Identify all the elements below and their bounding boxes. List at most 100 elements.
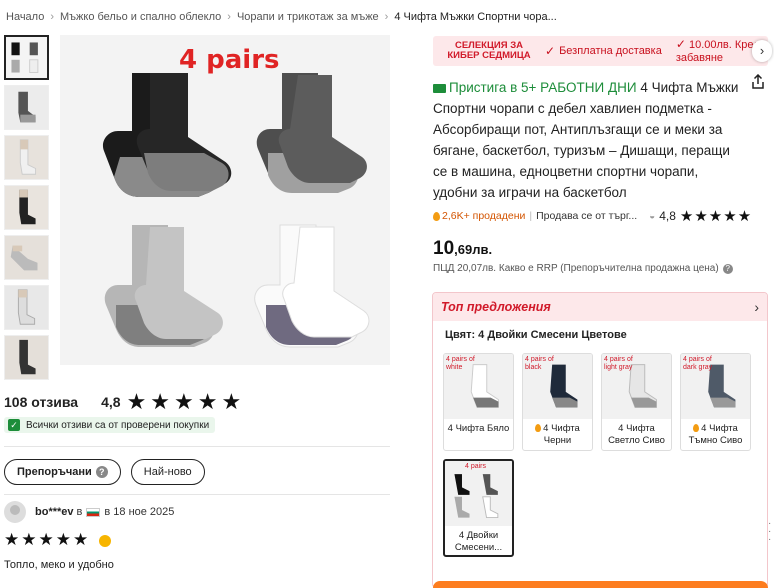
rrp-note-text: ПЦД 20,07лв. Какво е RRP (Препоръчителна…: [433, 263, 719, 274]
filter-label: Най-ново: [143, 466, 192, 478]
help-icon[interactable]: ?: [722, 263, 733, 274]
breadcrumb-subcategory[interactable]: Чорапи и трикотаж за мъже: [237, 11, 379, 23]
thumbnail-image[interactable]: [4, 285, 49, 330]
delivery-estimate: Пристига в 5+ РАБОТНИ ДНИ: [449, 80, 637, 95]
chevron-right-icon[interactable]: ›: [752, 40, 772, 62]
store-link[interactable]: Продава се от търг...: [536, 210, 637, 222]
rating-stars: ★★★★★: [126, 389, 246, 414]
buy-button[interactable]: [433, 581, 768, 588]
swatch-caption: 4 pairs of black: [525, 356, 554, 371]
reviewer-in-word: в: [76, 506, 83, 518]
product-title: Пристига в 5+ РАБОТНИ ДНИ 4 Чифта Мъжки …: [433, 77, 743, 203]
review-stars: ★★★★★: [4, 530, 111, 550]
price-integer: 10: [433, 238, 455, 259]
promo-item-label: 10.00лв. Кред: [688, 38, 760, 51]
review-text: Топло, меко и удобно: [4, 559, 114, 571]
reviews-score: 4,8: [101, 394, 121, 410]
filter-newest-button[interactable]: Най-ново: [130, 459, 205, 485]
top-offers-panel: Топ предложения › Цвят: 4 Двойки Смесени…: [432, 292, 768, 588]
fire-icon: [693, 424, 700, 433]
breadcrumb-category[interactable]: Мъжко бельо и спално облекло: [60, 11, 221, 23]
thumbnail-image[interactable]: [4, 235, 49, 280]
promo-credit: ✓ 10.00лв. Кред забавяне: [675, 36, 760, 65]
swatch-name-text: 4 Чифта Черни: [543, 423, 580, 446]
filter-label: Препоръчани: [17, 466, 92, 478]
swatch-name: 4 Чифта Светло Сиво: [608, 423, 665, 446]
price-currency: лв.: [472, 242, 493, 257]
top-offers-header[interactable]: Топ предложения ›: [433, 293, 767, 321]
breadcrumb: Начало › Мъжко бельо и спално облекло › …: [6, 11, 557, 23]
thumbnail-image[interactable]: [4, 85, 49, 130]
breadcrumb-separator: ›: [50, 11, 54, 23]
review-date: в 18 ное 2025: [104, 506, 175, 518]
sold-count: 2,6K+ продадени: [433, 210, 525, 222]
fire-icon: [433, 211, 440, 221]
store-rating: 4,8: [659, 209, 676, 223]
swatch-name: 4 Чифта Тъмно Сиво: [681, 419, 750, 447]
review-filters: Препоръчани ? Най-ново: [4, 459, 205, 485]
breadcrumb-home[interactable]: Начало: [6, 11, 44, 23]
swatch-name: 4 Чифта Черни: [523, 419, 592, 447]
thumbnail-image[interactable]: [4, 135, 49, 180]
image-overlay-label: 4 pairs: [179, 45, 280, 75]
swatch-caption: 4 pairs of dark gray: [683, 356, 713, 371]
promo-item-label: забавяне: [675, 51, 724, 64]
help-icon[interactable]: ?: [95, 466, 108, 478]
reviews-count[interactable]: 108 отзива: [4, 394, 78, 410]
verified-purchases-badge: ✓ Всички отзиви са от проверени покупки: [4, 417, 216, 433]
color-swatches: 4 pairs of white 4 Чифта Бяло 4 pairs of…: [443, 353, 763, 557]
thumbnail-image[interactable]: [4, 185, 49, 230]
share-icon[interactable]: [750, 74, 766, 90]
avatar: [4, 501, 26, 523]
color-swatch-mixed[interactable]: 4 pairs 4 Двойки Смесени...: [443, 459, 514, 557]
thumbnail-list: [4, 35, 50, 385]
more-icon[interactable]: · · ·: [768, 519, 771, 545]
divider: [4, 446, 390, 447]
verified-text: Всички отзиви са от проверени покупки: [26, 419, 210, 431]
breadcrumb-current: 4 Чифта Мъжки Спортни чора...: [394, 11, 557, 23]
color-swatch-dark-gray[interactable]: 4 pairs of dark gray 4 Чифта Тъмно Сиво: [680, 353, 751, 451]
truck-icon: [433, 83, 446, 93]
thumbnail-image[interactable]: [4, 35, 49, 80]
product-meta: 2,6K+ продадени | Продава се от търг... …: [433, 207, 752, 225]
color-swatch-light-gray[interactable]: 4 pairs of light gray 4 Чифта Светло Сив…: [601, 353, 672, 451]
promo-tag-line: КИБЕР СЕДМИЦА: [447, 50, 531, 61]
smile-emoji-icon: [98, 534, 111, 547]
sold-count-text: 2,6K+ продадени: [442, 210, 526, 222]
top-offers-title: Топ предложения: [441, 300, 551, 314]
price: 10,69лв.: [433, 238, 492, 260]
review-author: bo***ev в в 18 ное 2025: [4, 501, 174, 523]
product-title-text: 4 Чифта Мъжки Спортни чорапи с дебел хав…: [433, 80, 739, 200]
price-decimal: ,69: [454, 242, 473, 257]
color-swatch-black[interactable]: 4 pairs of black 4 Чифта Черни: [522, 353, 593, 451]
swatch-caption: 4 pairs: [465, 463, 487, 470]
check-icon: ✓: [545, 44, 556, 58]
promo-banner[interactable]: СЕЛЕКЦИЯ ЗА КИБЕР СЕДМИЦА ✓ Безплатна до…: [433, 36, 768, 66]
promo-tag: СЕЛЕКЦИЯ ЗА КИБЕР СЕДМИЦА: [441, 41, 537, 61]
store-logo-icon: ◒: [649, 210, 656, 222]
swatch-name: 4 Чифта Бяло: [447, 423, 510, 434]
store-rating-stars: ★★★★★: [679, 208, 753, 225]
promo-free-shipping: ✓ Безплатна доставка: [545, 44, 662, 58]
separator: |: [529, 210, 533, 222]
thumbnail-image[interactable]: [4, 335, 49, 380]
color-label: Цвят: 4 Двойки Смесени Цветове: [445, 329, 627, 341]
color-swatch-white[interactable]: 4 pairs of white 4 Чифта Бяло: [443, 353, 514, 451]
bulgaria-flag-icon: [86, 507, 101, 517]
breadcrumb-separator: ›: [227, 11, 231, 23]
divider: [4, 494, 390, 495]
check-icon: ✓: [675, 36, 686, 51]
breadcrumb-separator: ›: [384, 11, 389, 23]
promo-item-label: Безплатна доставка: [559, 45, 662, 57]
rrp-note: ПЦД 20,07лв. Какво е RRP (Препоръчителна…: [433, 263, 733, 274]
reviews-summary: 108 отзива 4,8 ★★★★★: [4, 389, 245, 415]
chevron-right-icon[interactable]: ›: [754, 299, 759, 315]
reviewer-name: bo***ev: [35, 506, 74, 518]
shield-check-icon: ✓: [8, 419, 20, 431]
review-stars-value: ★★★★★: [4, 530, 91, 549]
swatch-caption: 4 pairs of light gray: [604, 356, 633, 371]
main-product-image[interactable]: 4 pairs: [60, 35, 390, 365]
swatch-caption: 4 pairs of white: [446, 356, 475, 371]
filter-recommended-button[interactable]: Препоръчани ?: [4, 459, 121, 485]
fire-icon: [535, 424, 542, 433]
